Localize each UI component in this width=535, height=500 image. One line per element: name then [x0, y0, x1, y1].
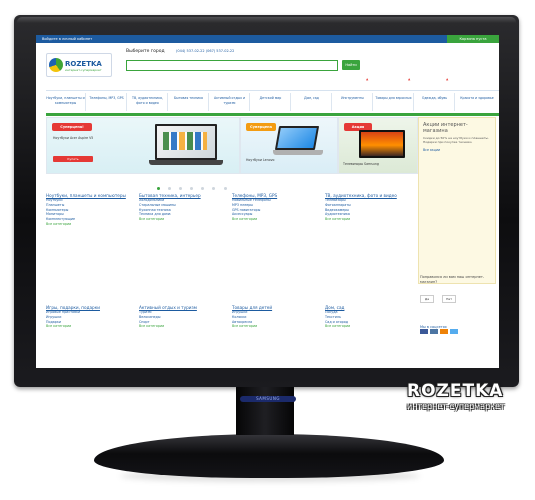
rozetka-watermark: ROZETKA интернет-супермаркет [407, 381, 505, 411]
site-topbar: Войдите в личный кабинет Корзина пуста [36, 35, 499, 43]
category-more-link[interactable]: Все категории [232, 217, 318, 222]
social-block: Мы в соцсетях [420, 325, 459, 334]
watermark-title: ROZETKA [407, 381, 504, 401]
banner-caption: Телевизоры Samsung [343, 162, 379, 166]
monitor-stand-base [94, 434, 444, 478]
banner-caption: Ноутбуки Acer Aspire V5 [53, 136, 94, 140]
category-block: Телефоны, MP3, GPS Мобильные телефоны MP… [232, 193, 318, 222]
carousel-dot[interactable] [168, 187, 172, 190]
banner-badge: Суперцена [246, 123, 276, 131]
carousel-dot[interactable] [223, 187, 227, 190]
banner-badge: Суперцена! [52, 123, 92, 131]
logo-tagline: интернет-супермаркет [65, 68, 102, 72]
sidebar-heading: Акции интернет-магазина [423, 122, 468, 134]
poll-option[interactable]: Да [420, 295, 434, 303]
category-block: Активный отдых и туризм Туризм Велосипед… [139, 305, 225, 329]
cart-button[interactable]: Корзина пуста [447, 35, 499, 43]
category-block: Товары для детей Игрушки Коляски Автокре… [232, 305, 318, 329]
tv-image [359, 130, 405, 158]
category-block: Ноутбуки, планшеты и компьютеры Ноутбуки… [46, 193, 132, 227]
watermark-subtitle: интернет-супермаркет [407, 402, 505, 411]
monitor-stand-neck [236, 387, 294, 435]
promo-tag: ▲ [408, 77, 411, 81]
site-logo[interactable]: ROZETKA интернет-супермаркет [46, 53, 112, 77]
poll-option[interactable]: Нет [442, 295, 457, 303]
odnoklassniki-icon[interactable] [440, 329, 449, 334]
nav-item[interactable]: Инструменты [333, 93, 373, 111]
category-block: Игры, подарки, подарки Игровые приставки… [46, 305, 132, 329]
monitor-bezel: Войдите в личный кабинет Корзина пуста R… [14, 15, 519, 387]
category-more-link[interactable]: Все категории [139, 217, 225, 222]
site-poll: Понравился ли вам наш интернет-магазин? … [420, 275, 490, 304]
nav-item[interactable]: Бытовая техника [169, 93, 209, 111]
nav-item[interactable]: Ноутбуки, планшеты и компьютеры [46, 93, 86, 111]
category-navbar: Ноутбуки, планшеты и компьютеры Телефоны… [46, 90, 499, 116]
nav-item[interactable]: Одежда, обувь [415, 93, 455, 111]
nav-item[interactable]: Активный отдых и туризм [210, 93, 250, 111]
sidebar-text: Скидки до 50% на ноутбуки и планшеты. По… [423, 136, 489, 145]
facebook-icon[interactable] [420, 329, 428, 334]
carousel-dots [157, 175, 230, 194]
monitor-screen: Войдите в личный кабинет Корзина пуста R… [36, 35, 499, 368]
category-block: Дом, сад Посуда Текстиль Сад и огород Вс… [325, 305, 411, 329]
carousel-dot[interactable] [190, 187, 194, 190]
site-header: ROZETKA интернет-супермаркет Выберите го… [36, 43, 499, 87]
search-input[interactable] [126, 60, 338, 71]
promo-banner[interactable]: Акция Телевизоры Samsung [338, 117, 418, 174]
carousel-dot[interactable] [179, 187, 183, 190]
promo-sidebar: Акции интернет-магазина Скидки до 50% на… [418, 117, 496, 284]
logo-icon [49, 58, 63, 72]
nav-item[interactable]: Детский мир [251, 93, 291, 111]
category-more-link[interactable]: Все категории [325, 217, 411, 222]
carousel-dot[interactable] [212, 187, 216, 190]
logo-word: ROZETKA [65, 60, 102, 68]
nav-item[interactable]: ТВ, аудиотехника, фото и видео [128, 93, 168, 111]
poll-question: Понравился ли вам наш интернет-магазин? [420, 275, 485, 284]
category-more-link[interactable]: Все категории [46, 222, 132, 227]
category-more-link[interactable]: Все категории [46, 324, 132, 329]
banner-cta-button[interactable]: Купить [53, 156, 93, 162]
nav-item[interactable]: Товары для взрослых [374, 93, 414, 111]
city-selector[interactable]: Выберите город [126, 49, 165, 54]
nav-item[interactable]: Телефоны, MP3, GPS [87, 93, 127, 111]
vk-icon[interactable] [430, 329, 439, 334]
bezel-highlight [17, 17, 516, 23]
monitor-brand-logo: SAMSUNG [240, 396, 296, 402]
topbar-link[interactable]: Войдите в личный кабинет [42, 37, 92, 41]
category-more-link[interactable]: Все категории [139, 324, 225, 329]
category-block: ТВ, аудиотехника, фото и видео Телевизор… [325, 193, 411, 222]
phone-numbers: (044) 537-02-22 (067) 537-02-22 [176, 49, 235, 53]
sidebar-link[interactable]: Все акции [419, 148, 495, 152]
category-block: Бытовая техника, интерьер Холодильники С… [139, 193, 225, 222]
banner-caption: Ноутбуки Lenovo [246, 158, 275, 162]
nav-item[interactable]: Красота и здоровье [456, 93, 498, 111]
promo-banner[interactable]: Суперцена! Ноутбуки Acer Aspire V5 Купит… [46, 117, 240, 174]
promo-banner[interactable]: Суперцена Ноутбуки Lenovo [240, 117, 338, 174]
promo-tag: ▲ [446, 77, 449, 81]
carousel-dot[interactable] [201, 187, 205, 190]
category-more-link[interactable]: Все категории [232, 324, 318, 329]
twitter-icon[interactable] [450, 329, 459, 334]
carousel-dot[interactable] [157, 187, 160, 190]
category-more-link[interactable]: Все категории [325, 324, 411, 329]
promo-tag: ▲ [366, 77, 369, 81]
search-button[interactable]: Найти [342, 60, 360, 70]
nav-item[interactable]: Дом, сад [292, 93, 332, 111]
